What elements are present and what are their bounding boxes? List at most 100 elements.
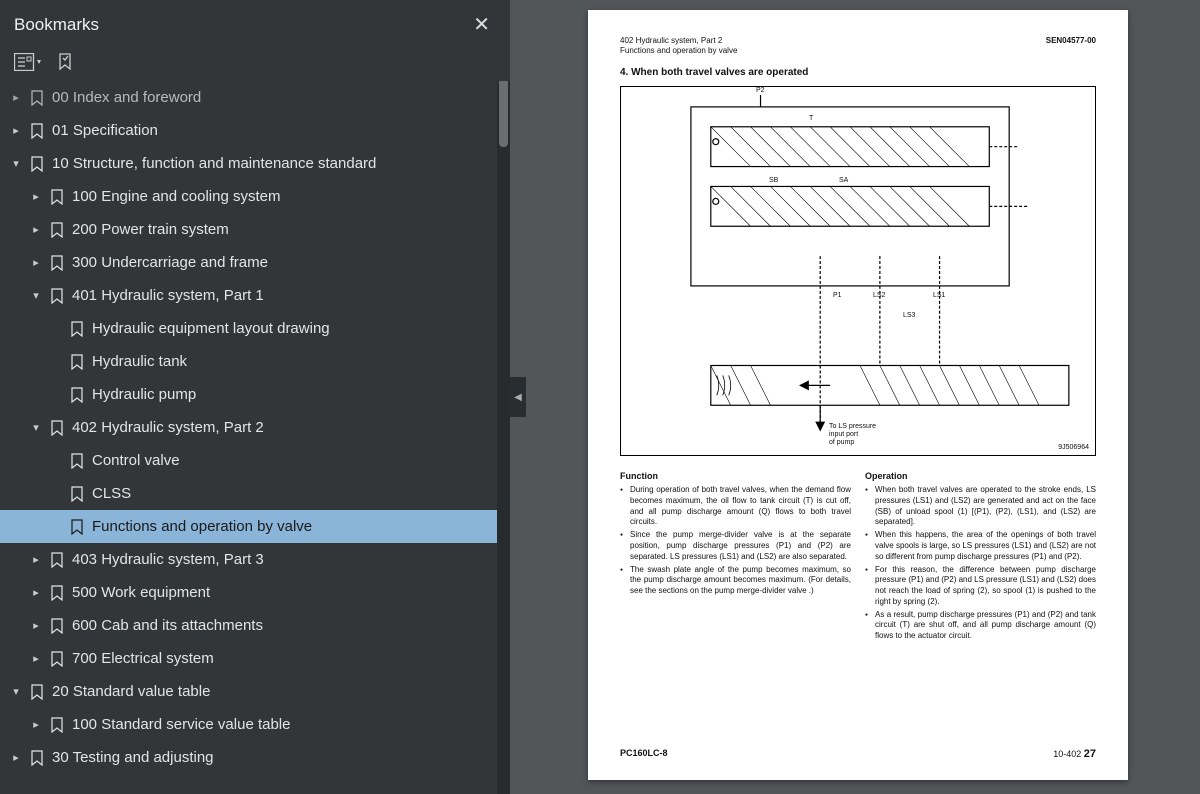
bookmark-item[interactable]: ▸100 Engine and cooling system — [0, 180, 500, 213]
sidebar-header: Bookmarks ✕ — [0, 0, 510, 47]
bookmark-item[interactable]: ▸ 01 Specification — [0, 114, 500, 147]
bookmark-label: Hydraulic tank — [88, 353, 187, 370]
bookmark-item[interactable]: ▸100 Standard service value table — [0, 708, 500, 741]
bookmark-current-icon[interactable] — [56, 53, 74, 71]
bookmark-icon — [66, 354, 88, 370]
sidebar-title: Bookmarks — [14, 15, 99, 35]
operation-item: For this reason, the difference between … — [865, 565, 1096, 608]
bookmark-label: Control valve — [88, 452, 180, 469]
bookmark-item[interactable]: ▸ 500 Work equipment — [0, 576, 500, 609]
bookmark-label: 403 Hydraulic system, Part 3 — [68, 551, 264, 568]
bookmark-item[interactable]: ▸ 300 Undercarriage and frame — [0, 246, 500, 279]
bookmark-item[interactable]: ▸ 403 Hydraulic system, Part 3 — [0, 543, 500, 576]
page-footer: PC160LC-8 10-402 27 — [620, 748, 1096, 760]
diagram-label: SB — [769, 177, 778, 184]
chevron-right-icon[interactable]: ▸ — [26, 223, 46, 236]
options-icon[interactable] — [14, 53, 42, 71]
chevron-down-icon[interactable]: ▾ — [26, 421, 46, 434]
diagram-label: To LS pressure — [829, 423, 876, 430]
bookmark-item[interactable]: ▾401 Hydraulic system, Part 1 — [0, 279, 500, 312]
page-header-right: SEN04577-00 — [1046, 36, 1096, 57]
chevron-right-icon[interactable]: ▸ — [6, 91, 26, 104]
bookmark-icon — [46, 189, 68, 205]
chevron-down-icon[interactable]: ▾ — [6, 157, 26, 170]
bookmark-item[interactable]: ▾ 20 Standard value table — [0, 675, 500, 708]
bookmark-label: 20 Standard value table — [48, 683, 210, 700]
text-columns: Function During operation of both travel… — [620, 470, 1096, 644]
bookmark-label: 200 Power train system — [68, 221, 229, 238]
chevron-right-icon[interactable]: ▸ — [26, 652, 46, 665]
bookmark-item[interactable]: ▾ 402 Hydraulic system, Part 2 — [0, 411, 500, 444]
bookmark-item[interactable]: ▸Functions and operation by valve — [0, 510, 500, 543]
bookmark-item[interactable]: ▸Control valve — [0, 444, 500, 477]
chevron-right-icon[interactable]: ▸ — [6, 751, 26, 764]
chevron-right-icon[interactable]: ▸ — [26, 190, 46, 203]
function-item: Since the pump merge-divider valve is at… — [620, 530, 851, 562]
diagram-label: of pump — [829, 439, 854, 446]
bookmark-icon — [26, 90, 48, 106]
chevron-down-icon[interactable]: ▾ — [6, 685, 26, 698]
bookmark-item[interactable]: ▸00 Index and foreword — [0, 81, 500, 114]
chevron-right-icon[interactable]: ▸ — [26, 619, 46, 632]
page-header-left: 402 Hydraulic system, Part 2 Functions a… — [620, 36, 737, 57]
scrollbar-thumb[interactable] — [499, 81, 508, 147]
operation-list: When both travel valves are operated to … — [865, 485, 1096, 642]
diagram-code: 9J506964 — [1058, 444, 1089, 451]
bookmark-item[interactable]: ▸Hydraulic tank — [0, 345, 500, 378]
bookmark-label: 700 Electrical system — [68, 650, 214, 667]
bookmark-label: 300 Undercarriage and frame — [68, 254, 268, 271]
diagram-svg — [621, 87, 1095, 455]
bookmark-item[interactable]: ▸CLSS — [0, 477, 500, 510]
close-icon[interactable]: ✕ — [467, 10, 496, 39]
bookmark-item[interactable]: ▸Hydraulic equipment layout drawing — [0, 312, 500, 345]
diagram-label: SA — [839, 177, 848, 184]
page-header-line2: Functions and operation by valve — [620, 46, 737, 56]
diagram-label: input port — [829, 431, 858, 438]
bookmark-item[interactable]: ▸ 200 Power train system — [0, 213, 500, 246]
diagram-label: P2 — [756, 87, 765, 94]
bookmark-item[interactable]: ▾10 Structure, function and maintenance … — [0, 147, 500, 180]
operation-item: As a result, pump discharge pressures (P… — [865, 610, 1096, 642]
operation-item: When both travel valves are operated to … — [865, 485, 1096, 528]
bookmark-icon — [46, 222, 68, 238]
document-page: 402 Hydraulic system, Part 2 Functions a… — [588, 10, 1128, 780]
footer-model: PC160LC-8 — [620, 748, 668, 760]
chevron-right-icon[interactable]: ▸ — [26, 718, 46, 731]
bookmark-item[interactable]: ▸30 Testing and adjusting — [0, 741, 500, 774]
bookmark-icon — [46, 288, 68, 304]
bookmark-icon — [46, 585, 68, 601]
bookmark-label: 500 Work equipment — [68, 584, 210, 601]
bookmark-item[interactable]: ▸ 600 Cab and its attachments — [0, 609, 500, 642]
diagram-label: T — [809, 115, 813, 122]
bookmark-item[interactable]: ▸ 700 Electrical system — [0, 642, 500, 675]
diagram-label: LS1 — [933, 292, 945, 299]
scrollbar-track[interactable] — [497, 81, 510, 794]
chevron-down-icon[interactable]: ▾ — [26, 289, 46, 302]
bookmark-label: 01 Specification — [48, 122, 158, 139]
bookmark-label: 600 Cab and its attachments — [68, 617, 263, 634]
bookmark-icon — [26, 156, 48, 172]
chevron-right-icon[interactable]: ▸ — [26, 586, 46, 599]
bookmark-icon — [26, 750, 48, 766]
bookmark-tree: ▸00 Index and foreword▸01 Specification▾… — [0, 81, 510, 794]
bookmark-icon — [26, 684, 48, 700]
chevron-right-icon[interactable]: ▸ — [26, 553, 46, 566]
chevron-right-icon[interactable]: ▸ — [26, 256, 46, 269]
bookmark-icon — [66, 321, 88, 337]
function-list: During operation of both travel valves, … — [620, 485, 851, 597]
bookmark-item[interactable]: ▸Hydraulic pump — [0, 378, 500, 411]
bookmark-icon — [46, 255, 68, 271]
function-heading: Function — [620, 470, 851, 482]
diagram-label: LS3 — [903, 312, 915, 319]
bookmark-icon — [46, 552, 68, 568]
diagram-label: LS2 — [873, 292, 885, 299]
bookmark-label: 402 Hydraulic system, Part 2 — [68, 419, 264, 436]
document-viewer: 402 Hydraulic system, Part 2 Functions a… — [510, 0, 1200, 794]
collapse-handle-icon[interactable]: ◀ — [510, 377, 526, 417]
bookmark-label: Hydraulic pump — [88, 386, 196, 403]
page-header-line1: 402 Hydraulic system, Part 2 — [620, 36, 737, 46]
chevron-right-icon[interactable]: ▸ — [6, 124, 26, 137]
bookmark-icon — [46, 651, 68, 667]
bookmarks-panel: Bookmarks ✕ ▸00 Index and foreword▸01 Sp… — [0, 0, 510, 794]
page-header: 402 Hydraulic system, Part 2 Functions a… — [620, 36, 1096, 57]
